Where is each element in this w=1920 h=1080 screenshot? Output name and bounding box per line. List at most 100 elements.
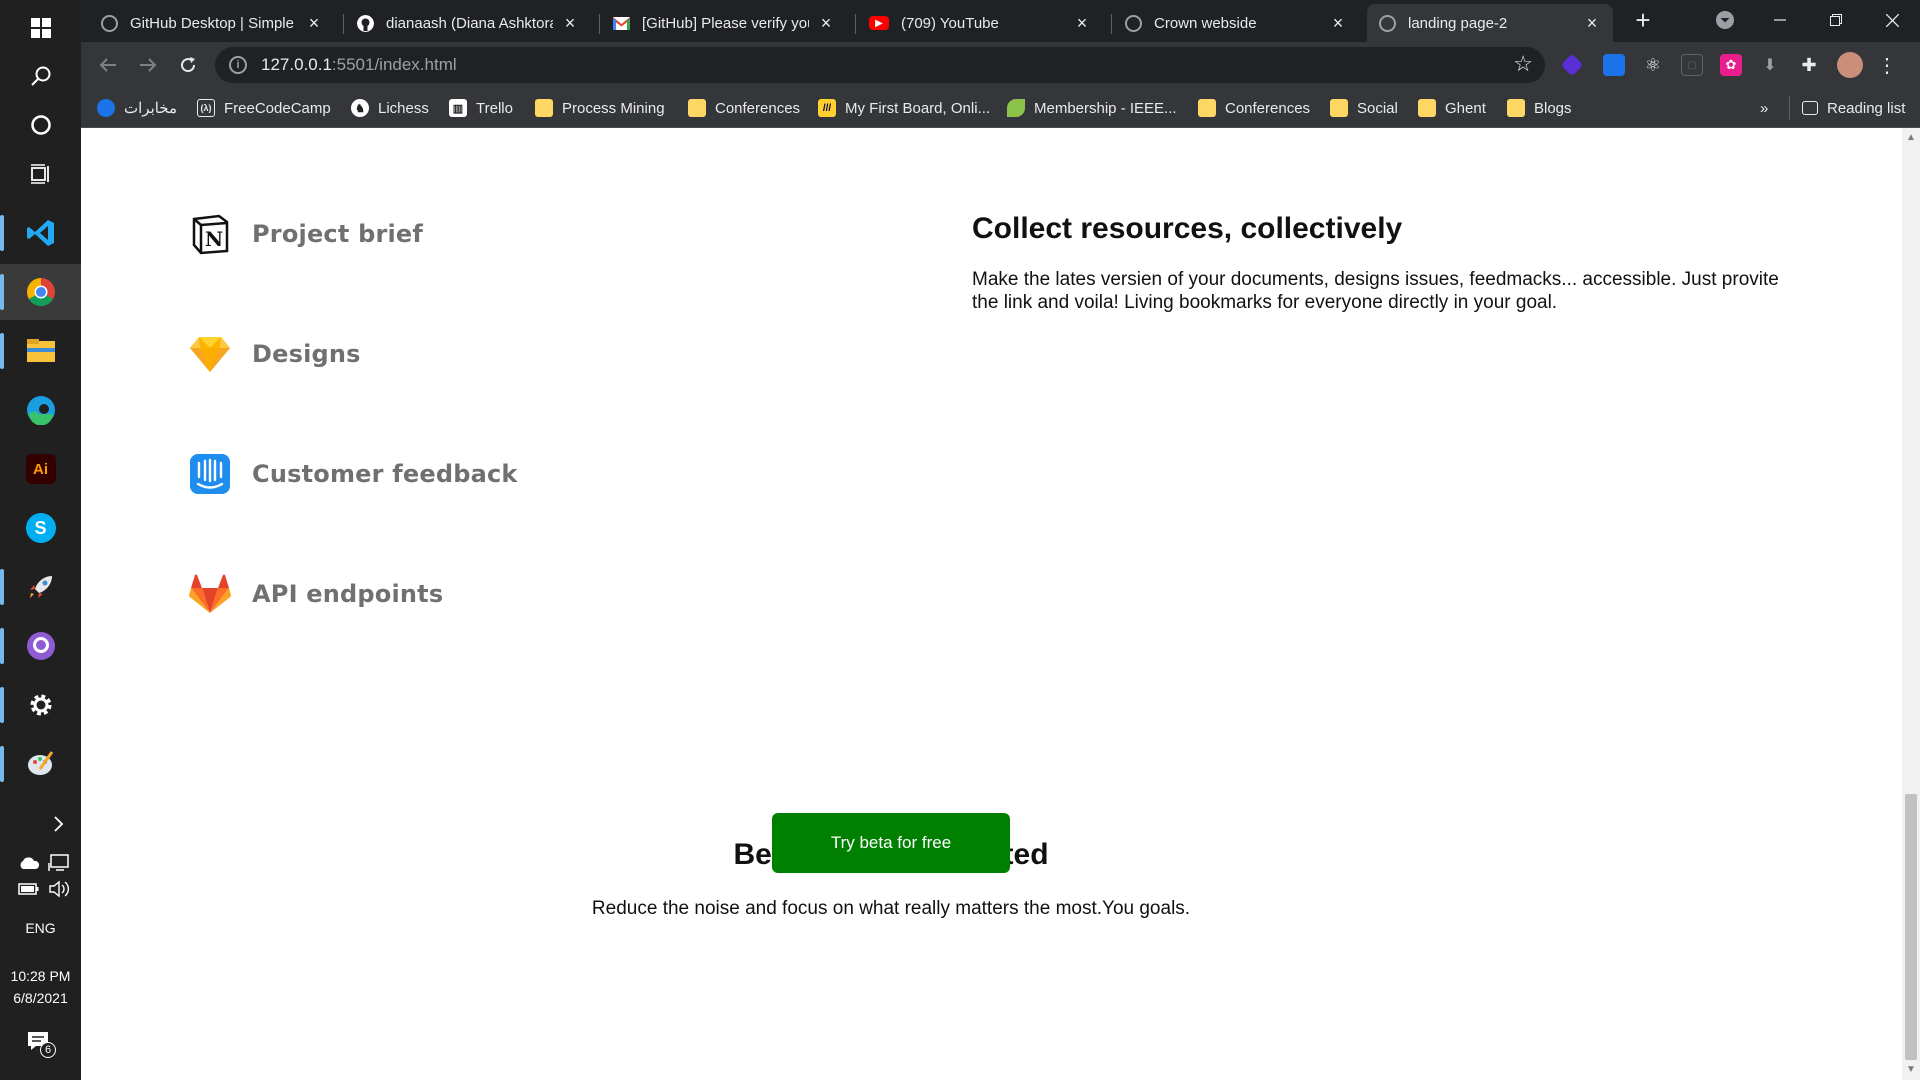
search-button[interactable]	[0, 48, 81, 104]
browser-toolbar: i 127.0.0.1:5501/index.html ☆ ⚛ ▢ ✿ ⬇ ✚ …	[81, 42, 1920, 88]
volume-icon[interactable]	[48, 880, 70, 898]
close-icon[interactable]: ×	[817, 13, 835, 34]
globe-blue-icon	[97, 99, 115, 117]
close-icon[interactable]: ×	[1073, 13, 1091, 34]
scroll-up-arrow-icon[interactable]: ▲	[1906, 132, 1916, 143]
bookmark-folder[interactable]: Conferences	[688, 96, 800, 120]
taskbar-rocket-app[interactable]	[0, 559, 81, 615]
extension-pink-icon[interactable]: ✿	[1720, 54, 1742, 76]
back-button[interactable]	[93, 50, 123, 80]
new-tab-button[interactable]: +	[1623, 0, 1663, 40]
close-icon[interactable]: ×	[561, 13, 579, 34]
clock-date[interactable]: 6/8/2021	[0, 990, 81, 1006]
tab-gmail[interactable]: [GitHub] Please verify you ×	[601, 4, 847, 42]
bookmark-item[interactable]: مخابرات	[97, 96, 177, 120]
rocket-icon	[29, 576, 52, 598]
reading-list-button[interactable]: Reading list	[1789, 96, 1905, 120]
cortana-button[interactable]	[0, 97, 81, 153]
bookmarks-overflow-button[interactable]: »	[1760, 96, 1768, 120]
cortana-icon	[30, 115, 51, 135]
bookmark-folder[interactable]: Process Mining	[535, 96, 665, 120]
minimize-button[interactable]	[1752, 0, 1808, 40]
feature-title: Collect resources, collectively	[972, 212, 1403, 245]
bookmark-folder[interactable]: Conferences	[1198, 96, 1310, 120]
bookmark-item[interactable]: (λ) FreeCodeCamp	[197, 96, 331, 120]
address-url[interactable]: 127.0.0.1:5501/index.html	[261, 55, 457, 75]
show-hidden-icons-button[interactable]	[0, 806, 81, 842]
feature-description: Make the lates versien of your documents…	[972, 269, 1779, 313]
tab-search-button[interactable]	[1697, 0, 1753, 40]
tab-github-profile[interactable]: dianaash (Diana Ashktorab ×	[345, 4, 591, 42]
extension-grey-icon[interactable]: ▢	[1681, 54, 1703, 76]
bookmark-star-icon[interactable]: ☆	[1513, 51, 1533, 77]
display-icon[interactable]	[48, 854, 70, 872]
address-bar[interactable]: i 127.0.0.1:5501/index.html ☆	[215, 47, 1545, 83]
reload-button[interactable]	[173, 50, 203, 80]
bookmark-item[interactable]: /// My First Board, Onli...	[818, 96, 990, 120]
folder-icon	[1418, 99, 1436, 117]
tab-youtube[interactable]: ▶ (709) YouTube ×	[857, 4, 1103, 42]
globe-icon	[1125, 14, 1142, 32]
lichess-icon: ♞	[351, 99, 369, 117]
extensions-puzzle-icon[interactable]: ✚	[1798, 54, 1820, 76]
taskbar-settings[interactable]	[0, 677, 81, 733]
try-beta-button[interactable]: Try beta for free	[772, 813, 1010, 873]
keyboard-language[interactable]: ENG	[0, 920, 81, 936]
profile-avatar[interactable]	[1837, 52, 1863, 78]
bookmark-label: FreeCodeCamp	[224, 99, 331, 117]
task-view-icon	[30, 164, 49, 184]
action-center-button[interactable]: 6	[26, 1030, 56, 1060]
tool-item-project-brief: N Project brief	[189, 213, 423, 255]
running-indicator	[0, 746, 4, 782]
tab-divider	[343, 14, 344, 34]
bookmark-label: Process Mining	[562, 99, 665, 117]
scroll-down-arrow-icon[interactable]: ▼	[1906, 1064, 1916, 1075]
close-icon[interactable]: ×	[1329, 13, 1347, 34]
bookmark-item[interactable]: Membership - IEEE...	[1007, 96, 1177, 120]
bookmark-folder[interactable]: Blogs	[1507, 96, 1572, 120]
onedrive-cloud-icon[interactable]	[18, 856, 40, 870]
running-indicator	[0, 687, 4, 723]
extension-purple-icon[interactable]	[1560, 53, 1584, 77]
react-devtools-icon[interactable]: ⚛	[1642, 54, 1664, 76]
illustrator-icon: Ai	[25, 454, 56, 484]
tab-landing-page[interactable]: landing page-2 ×	[1367, 4, 1613, 42]
reading-list-icon	[1802, 101, 1818, 115]
bookmark-folder[interactable]: Ghent	[1418, 96, 1486, 120]
taskbar-vscode[interactable]	[0, 205, 81, 261]
close-window-button[interactable]	[1864, 0, 1920, 40]
download-icon[interactable]: ⬇	[1759, 54, 1781, 76]
taskbar-skype[interactable]: S	[0, 500, 81, 556]
page-scrollbar[interactable]: ▲ ▼	[1902, 128, 1920, 1080]
bookmark-label: Membership - IEEE...	[1034, 99, 1177, 117]
file-explorer-icon	[26, 339, 55, 362]
bookmark-label: Social	[1357, 99, 1398, 117]
forward-button[interactable]	[133, 50, 163, 80]
tab-github-desktop[interactable]: GitHub Desktop | Simple c ×	[89, 4, 335, 42]
tab-crown-webside[interactable]: Crown webside ×	[1113, 4, 1359, 42]
taskbar-file-explorer[interactable]	[0, 323, 81, 379]
taskbar-paint[interactable]	[0, 736, 81, 792]
taskbar-edge[interactable]	[0, 382, 81, 438]
task-view-button[interactable]	[0, 146, 81, 202]
trello-icon: ▥	[449, 99, 467, 117]
extension-blue-icon[interactable]	[1603, 54, 1625, 76]
scrollbar-thumb[interactable]	[1905, 794, 1917, 1060]
clock-time[interactable]: 10:28 PM	[0, 968, 81, 984]
site-info-icon[interactable]: i	[229, 56, 247, 74]
bookmark-folder[interactable]: Social	[1330, 96, 1398, 120]
taskbar-illustrator[interactable]: Ai	[0, 441, 81, 497]
menu-kebab-icon[interactable]: ⋮	[1876, 54, 1898, 77]
bookmark-label: Lichess	[378, 99, 429, 117]
battery-icon[interactable]	[18, 882, 40, 896]
bookmark-item[interactable]: ♞ Lichess	[351, 96, 429, 120]
close-icon[interactable]: ×	[1583, 13, 1601, 34]
tab-title: GitHub Desktop | Simple c	[130, 14, 297, 32]
restore-button[interactable]	[1808, 0, 1864, 40]
taskbar-chrome[interactable]	[0, 264, 81, 320]
taskbar-github-desktop[interactable]	[0, 618, 81, 674]
close-icon[interactable]: ×	[305, 13, 323, 34]
github-icon	[357, 14, 374, 32]
bookmark-item[interactable]: ▥ Trello	[449, 96, 513, 120]
url-host: 127.0.0.1	[261, 55, 332, 74]
